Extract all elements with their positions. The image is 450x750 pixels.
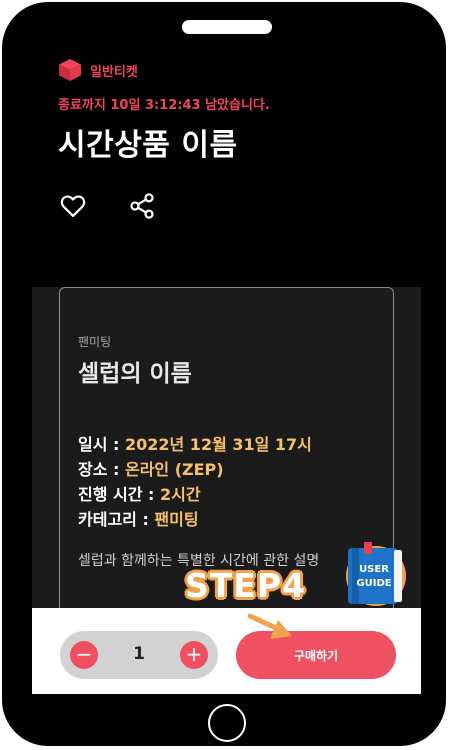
ticket-type-label: 일반티켓 [90, 64, 138, 80]
info-row-date: 일시 : 2022년 12월 31일 17시 [78, 431, 312, 455]
purchase-bar: − 1 + 구매하기 [32, 608, 421, 694]
red-box-icon [59, 59, 81, 81]
info-row-duration: 진행 시간 : 2시간 [78, 481, 201, 505]
info-value: 온라인 (ZEP) [124, 460, 224, 479]
info-label: 카테고리 : [78, 510, 155, 529]
quantity-value: 1 [133, 644, 145, 664]
product-header: 일반티켓 종료까지 10일 3:12:43 남았습니다. 시간상품 이름 [32, 52, 421, 287]
info-value: 팬미팅 [154, 510, 199, 529]
guide-line-1: USER [359, 564, 389, 575]
page-title: 시간상품 이름 [58, 128, 238, 163]
info-row-place: 장소 : 온라인 (ZEP) [78, 456, 224, 480]
heart-icon [60, 195, 86, 218]
like-button[interactable] [59, 192, 87, 220]
info-label: 장소 : [78, 460, 125, 479]
speaker-slot [182, 20, 272, 34]
info-value: 2시간 [160, 485, 201, 504]
share-button[interactable] [128, 192, 156, 220]
pointer-arrow-icon [248, 613, 292, 639]
home-button[interactable] [208, 704, 246, 742]
decrease-quantity-button[interactable]: − [70, 641, 98, 669]
info-row-category: 카테고리 : 팬미팅 [78, 506, 199, 530]
step-annotation: STEP4 [185, 566, 306, 605]
info-value: 2022년 12월 31일 17시 [124, 435, 312, 454]
phone-frame: 일반티켓 종료까지 10일 3:12:43 남았습니다. 시간상품 이름 팬미팅… [2, 2, 446, 746]
quantity-stepper: − 1 + [60, 631, 218, 679]
card-category: 팬미팅 [78, 335, 112, 349]
guide-line-2: GUIDE [356, 578, 391, 589]
info-label: 진행 시간 : [78, 485, 160, 504]
ticket-type: 일반티켓 [58, 58, 138, 82]
share-icon [130, 193, 154, 219]
user-guide-book-icon: USER GUIDE [346, 542, 406, 606]
celebrity-name: 셀럽의 이름 [78, 361, 192, 387]
info-label: 일시 : [78, 435, 125, 454]
increase-quantity-button[interactable]: + [180, 641, 208, 669]
countdown-text: 종료까지 10일 3:12:43 남았습니다. [58, 98, 270, 113]
